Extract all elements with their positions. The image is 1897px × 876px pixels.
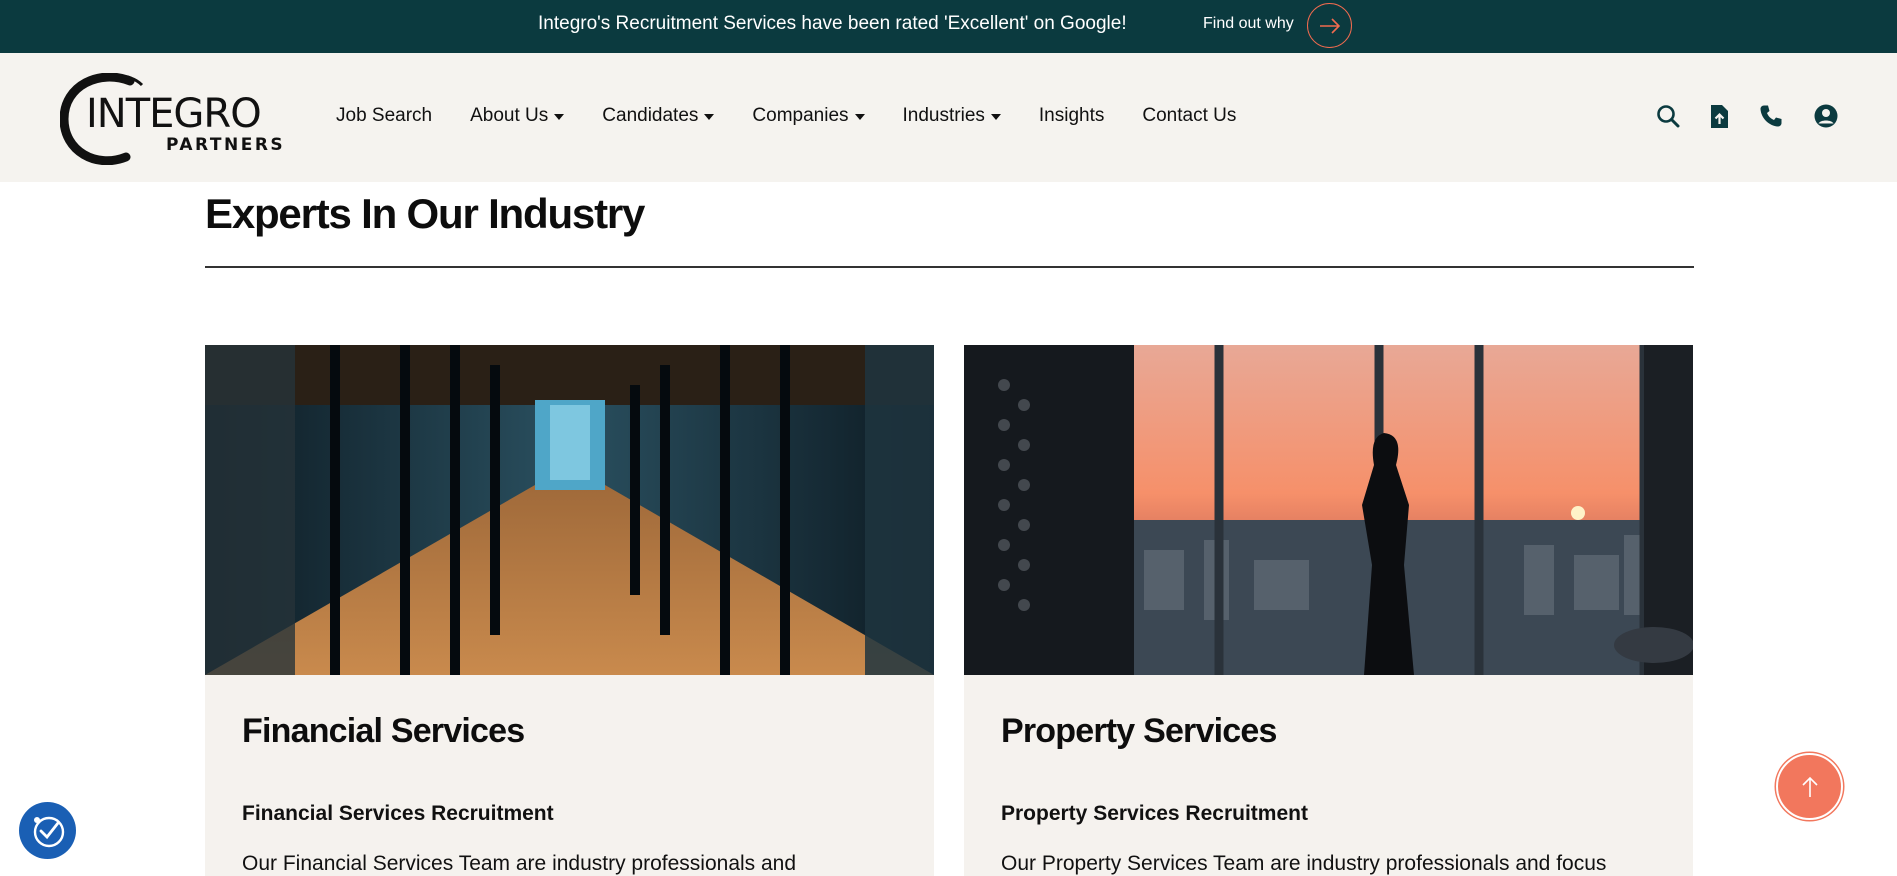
accessibility-icon — [33, 816, 64, 847]
accessibility-button[interactable] — [19, 802, 76, 859]
scroll-to-top-button[interactable] — [1776, 753, 1843, 820]
card-title: Financial Services — [242, 712, 525, 750]
logo-subtitle: PARTNERS — [166, 135, 286, 155]
nav-insights[interactable]: Insights — [1039, 105, 1104, 127]
nav-contact-us[interactable]: Contact Us — [1142, 105, 1236, 127]
industry-card-property[interactable]: Property Services Property Services Recr… — [964, 345, 1693, 876]
nav-job-search[interactable]: Job Search — [336, 105, 432, 127]
nav-label: About Us — [470, 105, 549, 126]
office-corridor-image — [205, 345, 934, 675]
nav-label: Job Search — [336, 105, 433, 126]
arrow-right-icon[interactable] — [1307, 3, 1352, 48]
industry-card-financial[interactable]: Financial Services Financial Services Re… — [205, 345, 934, 876]
nav-label: Industries — [902, 105, 985, 126]
nav-industries[interactable]: Industries — [903, 105, 1001, 127]
account-icon[interactable] — [1812, 102, 1840, 130]
card-subtitle: Financial Services Recruitment — [242, 802, 554, 825]
upload-cv-icon[interactable] — [1705, 102, 1733, 130]
city-sunset-image — [964, 345, 1693, 675]
search-icon[interactable] — [1654, 102, 1682, 130]
nav-candidates[interactable]: Candidates — [602, 105, 715, 127]
caret-down-icon — [854, 114, 865, 120]
integro-partners-logo[interactable]: INTEGRO PARTNERS — [60, 73, 290, 165]
announcement-bar: Integro's Recruitment Services have been… — [0, 0, 1897, 53]
arrow-up-icon — [1801, 776, 1818, 797]
card-description: Our Financial Services Team are industry… — [242, 852, 797, 875]
main-navigation: Job Search About Us Candidates Companies… — [336, 105, 1274, 127]
caret-down-icon — [990, 114, 1001, 120]
nav-about-us[interactable]: About Us — [470, 105, 565, 127]
nav-label: Contact Us — [1142, 105, 1237, 126]
card-description: Our Property Services Team are industry … — [1001, 852, 1607, 875]
section-divider — [205, 266, 1694, 268]
nav-label: Companies — [752, 105, 849, 126]
nav-companies[interactable]: Companies — [752, 105, 865, 127]
caret-down-icon — [554, 114, 565, 120]
find-out-why-link[interactable]: Find out why — [1203, 15, 1294, 33]
logo-wordmark: INTEGRO — [86, 91, 262, 137]
site-header: INTEGRO PARTNERS Job Search About Us Can… — [0, 53, 1897, 182]
card-title: Property Services — [1001, 712, 1277, 750]
nav-label: Insights — [1038, 105, 1105, 126]
announcement-text: Integro's Recruitment Services have been… — [538, 13, 1127, 34]
phone-icon[interactable] — [1757, 102, 1785, 130]
nav-label: Candidates — [602, 105, 699, 126]
card-subtitle: Property Services Recruitment — [1001, 802, 1308, 825]
caret-down-icon — [704, 114, 715, 120]
section-title: Experts In Our Industry — [205, 190, 645, 237]
